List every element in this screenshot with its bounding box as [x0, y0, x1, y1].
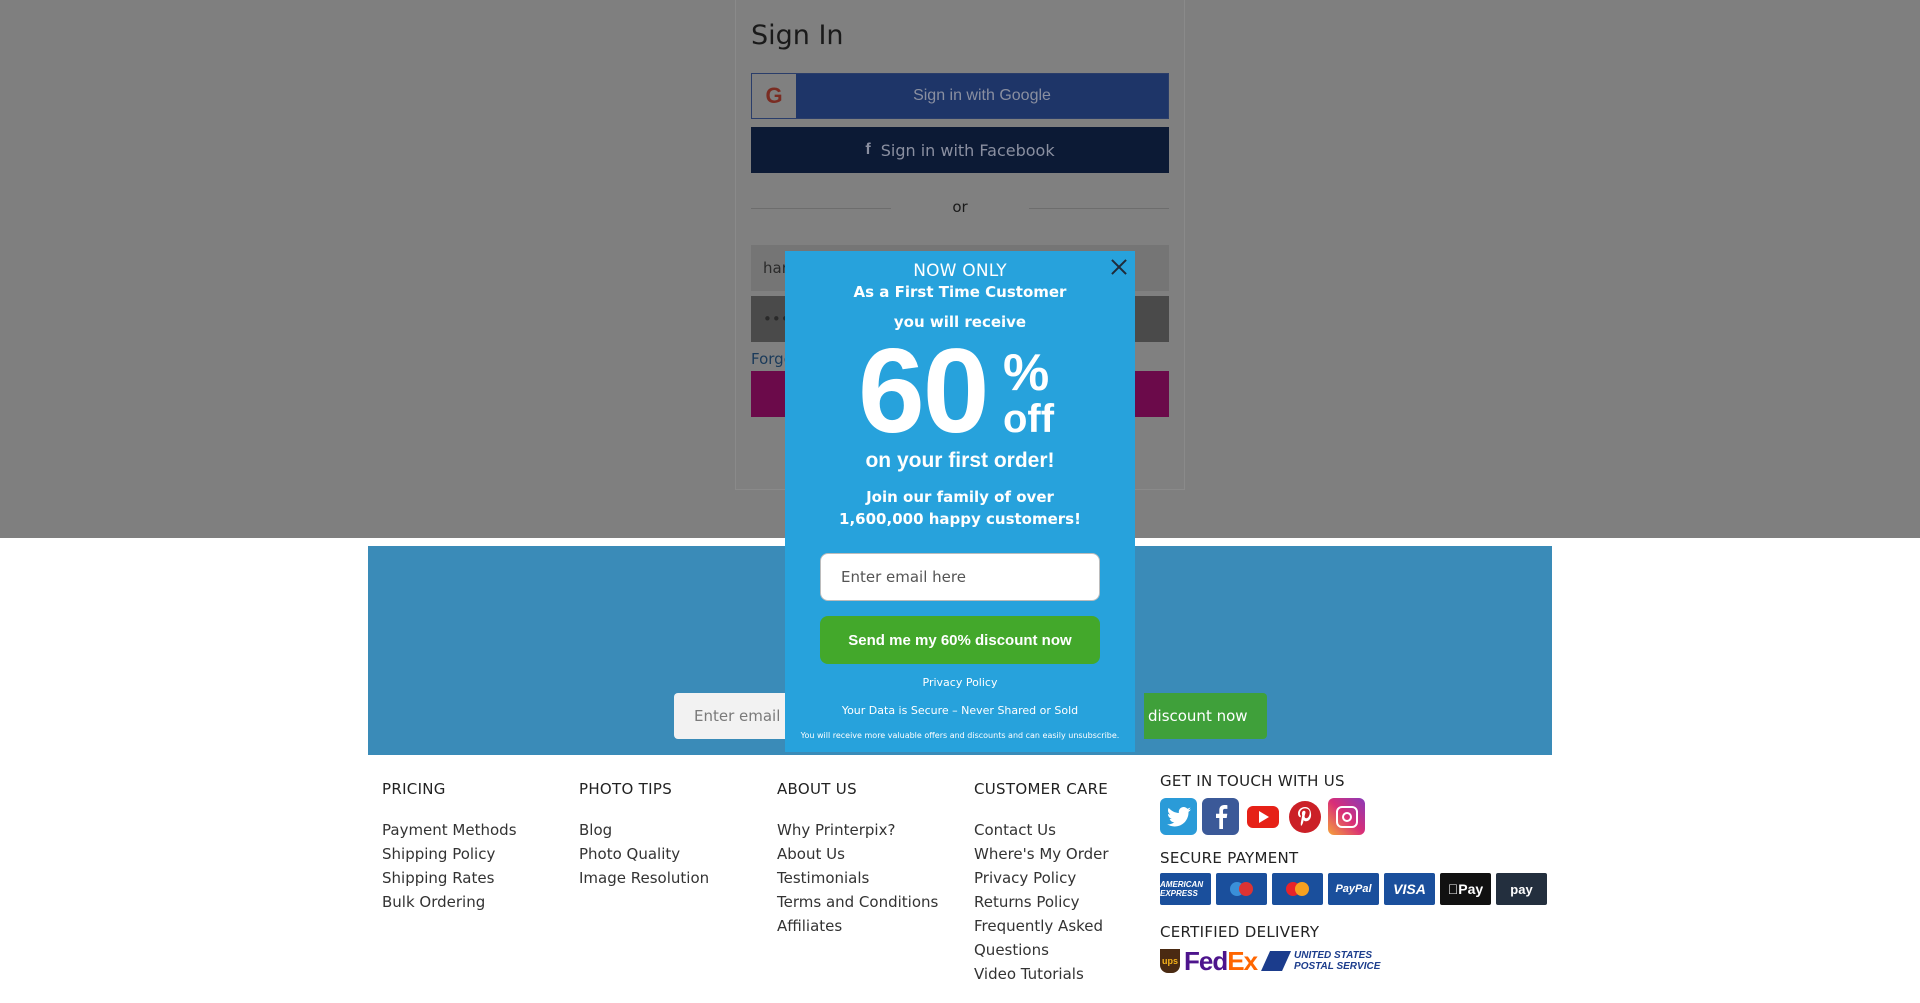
popup-off-text: off [1003, 397, 1055, 441]
fedex-logo: FedEx [1184, 945, 1258, 977]
usps-logo: UNITED STATES POSTAL SERVICE [1261, 950, 1380, 972]
footer-link-bulk-ordering[interactable]: Bulk Ordering [382, 890, 517, 914]
footer-link-privacy-policy[interactable]: Privacy Policy [974, 866, 1109, 890]
popup-join-line1: Join our family of over [866, 488, 1054, 506]
footer-link-shipping-rates[interactable]: Shipping Rates [382, 866, 517, 890]
footer-link-contact-us[interactable]: Contact Us [974, 818, 1109, 842]
facebook-signin-label: Sign in with Facebook [880, 140, 1055, 160]
popup-send-discount-button[interactable]: Send me my 60% discount now [820, 616, 1100, 664]
paypal-icon: PayPal [1328, 873, 1379, 905]
fedex-fe: Fed [1184, 945, 1228, 976]
footer-link-payment-methods[interactable]: Payment Methods [382, 818, 517, 842]
footer-column-customer-care: CUSTOMER CARE Contact Us Where's My Orde… [974, 780, 1109, 986]
popup-headline: NOW ONLY [913, 261, 1007, 281]
amex-card-icon: AMERICAN EXPRESS [1160, 873, 1211, 905]
footer-link-image-resolution[interactable]: Image Resolution [579, 866, 709, 890]
footer-heading: ABOUT US [777, 780, 857, 798]
popup-discount-number: 60 [858, 324, 989, 458]
popup-fine-print: You will receive more valuable offers an… [800, 731, 1120, 740]
divider-line-right [1029, 208, 1169, 209]
google-signin-label: Sign in with Google [913, 87, 1051, 104]
certified-delivery-heading: CERTIFIED DELIVERY [1160, 923, 1320, 941]
signin-title: Sign In [751, 20, 844, 51]
google-icon: G [752, 74, 796, 118]
footer-link-faq-cont[interactable]: Questions [974, 938, 1109, 962]
or-text: or [952, 198, 968, 216]
usps-eagle-icon [1261, 951, 1292, 971]
twitter-icon[interactable] [1160, 798, 1197, 835]
mastercard-icon [1272, 873, 1323, 905]
popup-first-time: As a First Time Customer [853, 283, 1067, 301]
popup-secure-text: Your Data is Secure – Never Shared or So… [841, 704, 1079, 717]
footer-link-why-printerpix[interactable]: Why Printerpix? [777, 818, 938, 842]
popup-privacy-link[interactable]: Privacy Policy [785, 676, 1135, 689]
footer-column-photo-tips: PHOTO TIPS Blog Photo Quality Image Reso… [579, 780, 709, 890]
certified-delivery-section: CERTIFIED DELIVERY ups FedEx UNITED STAT… [1160, 923, 1380, 977]
payment-cards-row: AMERICAN EXPRESS PayPal VISA Pay pay [1160, 873, 1547, 905]
instagram-icon[interactable] [1328, 798, 1365, 835]
youtube-icon[interactable] [1244, 798, 1281, 835]
popup-join-line2: 1,600,000 happy customers! [839, 510, 1081, 528]
footer-column-pricing: PRICING Payment Methods Shipping Policy … [382, 780, 517, 914]
amazon-pay-icon: pay [1496, 873, 1547, 905]
apple-pay-icon: Pay [1440, 873, 1491, 905]
popup-percent-sign: % [1003, 344, 1050, 402]
google-g-glyph: G [765, 83, 783, 108]
facebook-signin-button[interactable]: f Sign in with Facebook [751, 127, 1169, 173]
footer-link-returns-policy[interactable]: Returns Policy [974, 890, 1109, 914]
footer-link-photo-quality[interactable]: Photo Quality [579, 842, 709, 866]
get-in-touch-section: GET IN TOUCH WITH US [1160, 772, 1365, 835]
ups-logo: ups [1160, 949, 1180, 973]
footer-link-about-us[interactable]: About Us [777, 842, 938, 866]
popup-first-order: on your first order! [865, 449, 1055, 472]
footer-heading: CUSTOMER CARE [974, 780, 1109, 798]
facebook-icon[interactable] [1202, 798, 1239, 835]
secure-payment-heading: SECURE PAYMENT [1160, 849, 1299, 867]
footer-heading: PHOTO TIPS [579, 780, 673, 798]
pinterest-icon[interactable] [1286, 798, 1323, 835]
newsletter-submit-button[interactable]: discount now [1144, 693, 1267, 739]
footer-heading: PRICING [382, 780, 446, 798]
usps-line1: UNITED STATES [1294, 950, 1373, 961]
google-signin-button[interactable]: G Sign in with Google [751, 73, 1169, 119]
secure-payment-section: SECURE PAYMENT AMERICAN EXPRESS PayPal V… [1160, 849, 1547, 905]
footer-link-blog[interactable]: Blog [579, 818, 709, 842]
delivery-logos-row: ups FedEx UNITED STATES POSTAL SERVICE [1160, 945, 1380, 977]
footer-column-about-us: ABOUT US Why Printerpix? About Us Testim… [777, 780, 938, 938]
popup-join-text: Join our family of over 1,600,000 happy … [785, 486, 1135, 530]
footer-link-testimonials[interactable]: Testimonials [777, 866, 938, 890]
footer-link-wheres-my-order[interactable]: Where's My Order [974, 842, 1109, 866]
visa-card-icon: VISA [1384, 873, 1435, 905]
social-icons-row [1160, 798, 1365, 835]
maestro-card-icon [1216, 873, 1267, 905]
apple-pay-label: Pay [1453, 881, 1483, 897]
fedex-ex: Ex [1227, 945, 1258, 976]
footer-link-affiliates[interactable]: Affiliates [777, 914, 938, 938]
popup-email-input[interactable]: Enter email here [820, 553, 1100, 601]
discount-popup: NOW ONLY As a First Time Customer you wi… [785, 251, 1135, 752]
footer-link-terms[interactable]: Terms and Conditions [777, 890, 938, 914]
footer-link-shipping-policy[interactable]: Shipping Policy [382, 842, 517, 866]
apple-icon:  [1448, 881, 1459, 897]
or-divider: or [751, 198, 1169, 220]
usps-line2: POSTAL SERVICE [1294, 961, 1381, 972]
get-in-touch-heading: GET IN TOUCH WITH US [1160, 772, 1345, 790]
footer-link-faq[interactable]: Frequently Asked [974, 914, 1109, 938]
footer-link-video-tutorials[interactable]: Video Tutorials [974, 962, 1109, 986]
facebook-icon: f [865, 141, 871, 158]
